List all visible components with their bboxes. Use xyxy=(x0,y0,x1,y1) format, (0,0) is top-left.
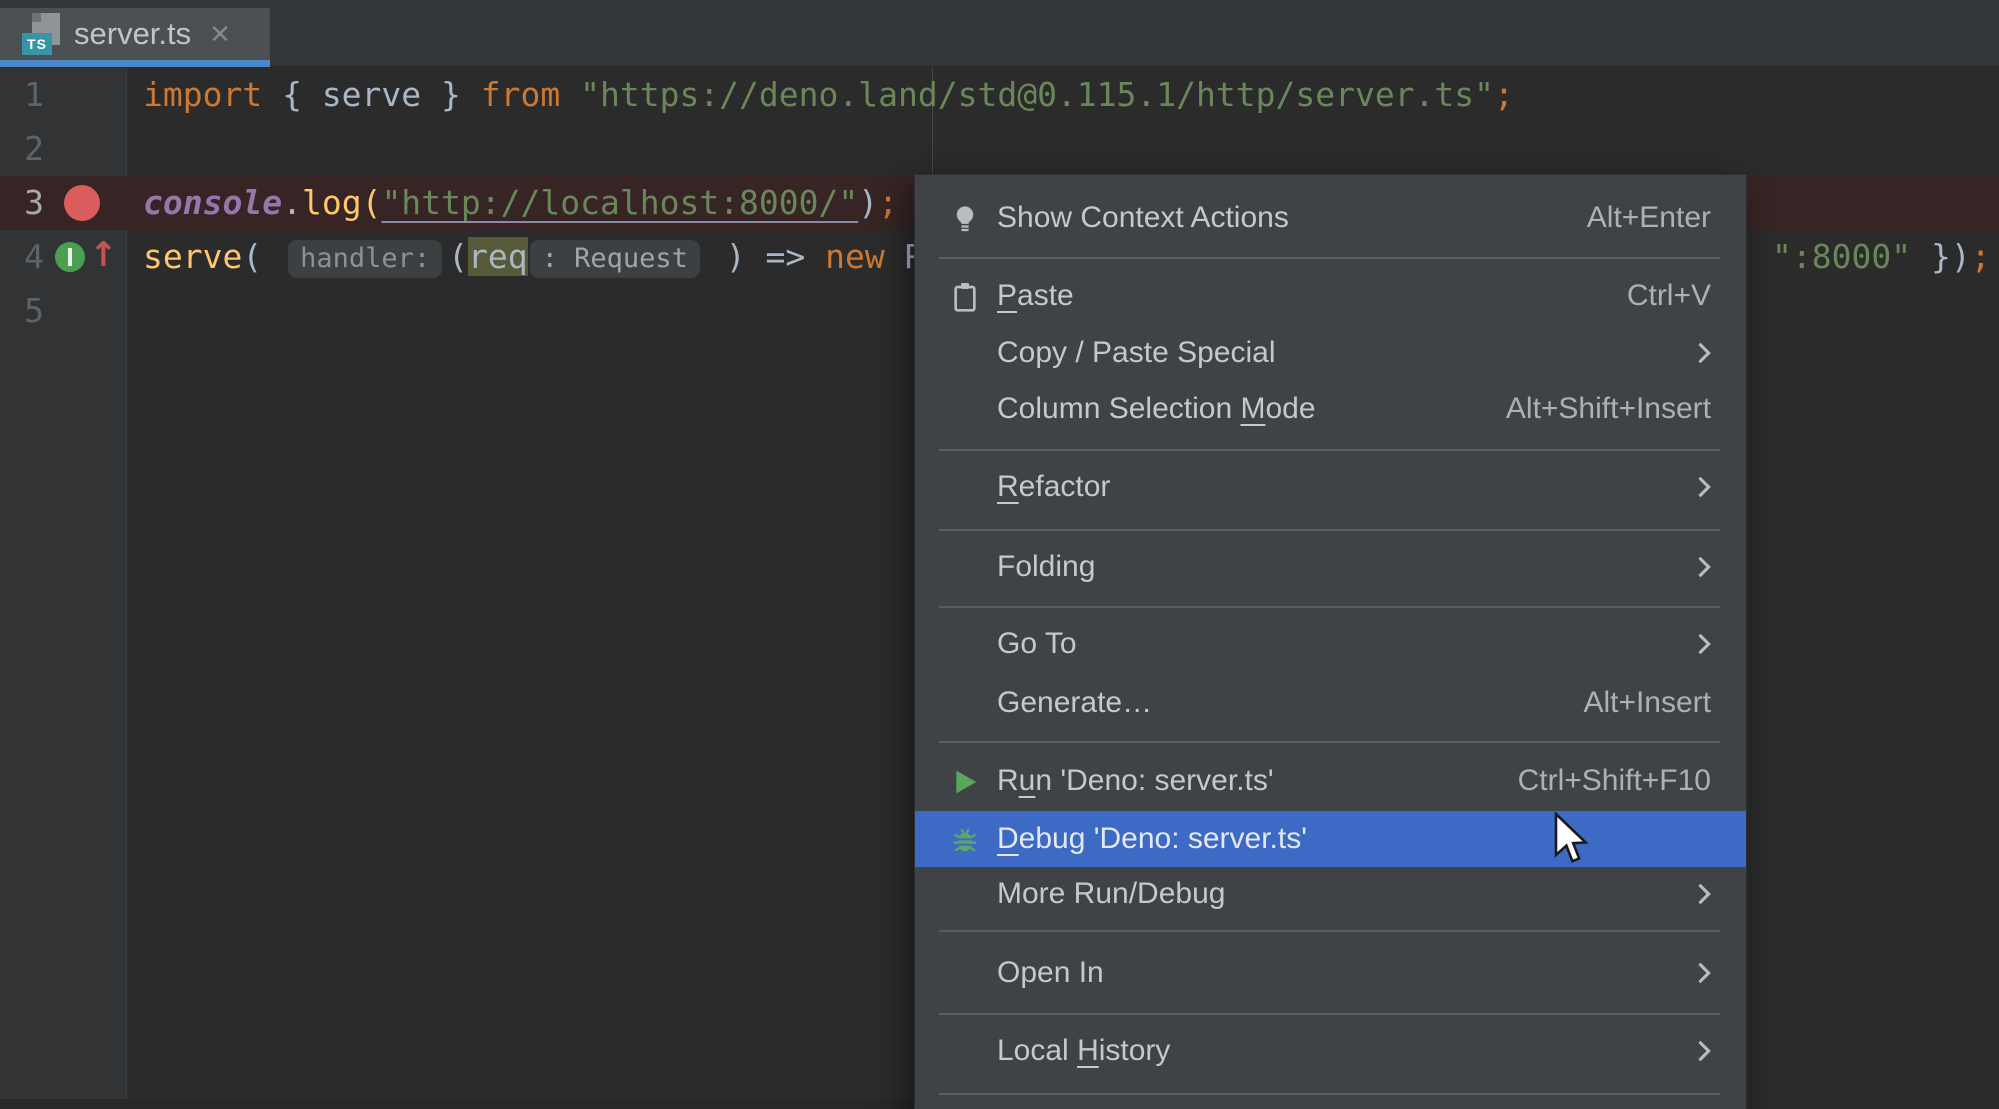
code-line-3: console.log("http://localhost:8000/"); xyxy=(143,176,898,230)
inlay-hint-request-type[interactable]: : Request xyxy=(530,240,700,278)
menu-separator xyxy=(939,257,1720,259)
menu-separator xyxy=(939,449,1720,451)
localhost-url-string[interactable]: "http://localhost:8000/" xyxy=(381,183,858,222)
menu-item-show-context-actions[interactable]: Show Context Actions Alt+Enter xyxy=(915,190,1746,246)
typescript-file-icon: TS xyxy=(20,11,64,57)
log-method: log xyxy=(302,183,362,222)
close-tab-icon[interactable]: ✕ xyxy=(209,19,231,50)
import-url-string: "https://deno.land/std@0.115.1/http/serv… xyxy=(580,75,1494,114)
paste-clipboard-icon xyxy=(949,281,981,313)
menu-separator xyxy=(939,1013,1720,1015)
code-line-4: serve( handler:(req: Request ) => new Re… xyxy=(143,230,1044,284)
line-number-4[interactable]: 4 xyxy=(0,230,44,284)
shortcut-label: Ctrl+Shift+F10 xyxy=(1518,764,1711,798)
shortcut-label: Ctrl+V xyxy=(1627,279,1711,313)
run-play-icon xyxy=(949,766,981,798)
serve-call: serve xyxy=(143,237,242,276)
port-string: ":8000" xyxy=(1772,237,1911,276)
code-line-1: import { serve } from "https://deno.land… xyxy=(143,68,1514,122)
submenu-chevron-icon xyxy=(1686,1034,1720,1068)
menu-item-folding[interactable]: Folding xyxy=(915,539,1746,595)
run-gutter-icon[interactable]: ↑ xyxy=(55,242,115,272)
menu-separator xyxy=(939,606,1720,608)
editor-tab-bar: TS server.ts ✕ xyxy=(0,0,1999,67)
editor-bottom-edge xyxy=(0,1099,914,1109)
menu-item-more-run-debug[interactable]: More Run/Debug xyxy=(915,866,1746,922)
submenu-chevron-icon xyxy=(1686,956,1720,990)
line-number-1[interactable]: 1 xyxy=(0,68,44,122)
menu-separator xyxy=(939,529,1720,531)
breakpoint-icon[interactable] xyxy=(64,185,100,221)
submenu-chevron-icon xyxy=(1686,336,1720,370)
menu-item-generate[interactable]: Generate… Alt+Insert xyxy=(915,675,1746,731)
submenu-chevron-icon xyxy=(1686,470,1720,504)
line-number-3[interactable]: 3 xyxy=(0,176,44,230)
kw-new: new xyxy=(825,237,904,276)
param-req-highlighted: req xyxy=(468,237,528,276)
submenu-chevron-icon xyxy=(1686,877,1720,911)
menu-item-column-selection-mode[interactable]: Column Selection Mode Alt+Shift+Insert xyxy=(915,381,1746,437)
shortcut-label: Alt+Insert xyxy=(1583,686,1711,720)
code-line-4-tail: ":8000" }); xyxy=(1772,230,1991,284)
menu-item-run-deno-server[interactable]: Run 'Deno: server.ts' Ctrl+Shift+F10 xyxy=(915,753,1746,809)
shortcut-label: Alt+Enter xyxy=(1587,201,1711,235)
mouse-pointer-icon xyxy=(1552,812,1592,868)
tab-title: server.ts xyxy=(74,16,191,52)
menu-separator xyxy=(939,741,1720,743)
editor-context-menu: Show Context Actions Alt+Enter Paste Ctr… xyxy=(914,174,1747,1109)
submenu-chevron-icon xyxy=(1686,627,1720,661)
ide-window: TS server.ts ✕ 1 2 3 4 5 ↑ import { serv… xyxy=(0,0,1999,1109)
tab-server-ts[interactable]: TS server.ts ✕ xyxy=(0,8,270,60)
menu-item-paste[interactable]: Paste Ctrl+V xyxy=(915,268,1746,324)
console-identifier: console xyxy=(143,183,282,222)
lightbulb-icon xyxy=(949,203,981,235)
line-number-2[interactable]: 2 xyxy=(0,122,44,176)
menu-item-refactor[interactable]: Refactor xyxy=(915,459,1746,515)
kw-import: import xyxy=(143,75,282,114)
inlay-hint-handler[interactable]: handler: xyxy=(288,240,442,278)
shortcut-label: Alt+Shift+Insert xyxy=(1506,392,1711,426)
menu-item-copy-paste-special[interactable]: Copy / Paste Special xyxy=(915,325,1746,381)
active-tab-underline xyxy=(0,60,270,67)
submenu-chevron-icon xyxy=(1686,550,1720,584)
kw-from: from xyxy=(481,75,580,114)
menu-item-local-history[interactable]: Local History xyxy=(915,1023,1746,1079)
menu-item-debug-deno-server[interactable]: Debug 'Deno: server.ts' xyxy=(915,811,1746,867)
import-braces: { serve } xyxy=(282,75,481,114)
menu-separator xyxy=(939,1093,1720,1095)
line-number-5[interactable]: 5 xyxy=(0,284,44,338)
navigate-up-arrow-icon: ↑ xyxy=(89,236,118,274)
menu-item-open-in[interactable]: Open In xyxy=(915,945,1746,1001)
menu-item-go-to[interactable]: Go To xyxy=(915,616,1746,672)
ts-badge: TS xyxy=(22,33,52,55)
debug-bug-icon xyxy=(949,824,981,856)
menu-separator xyxy=(939,930,1720,932)
